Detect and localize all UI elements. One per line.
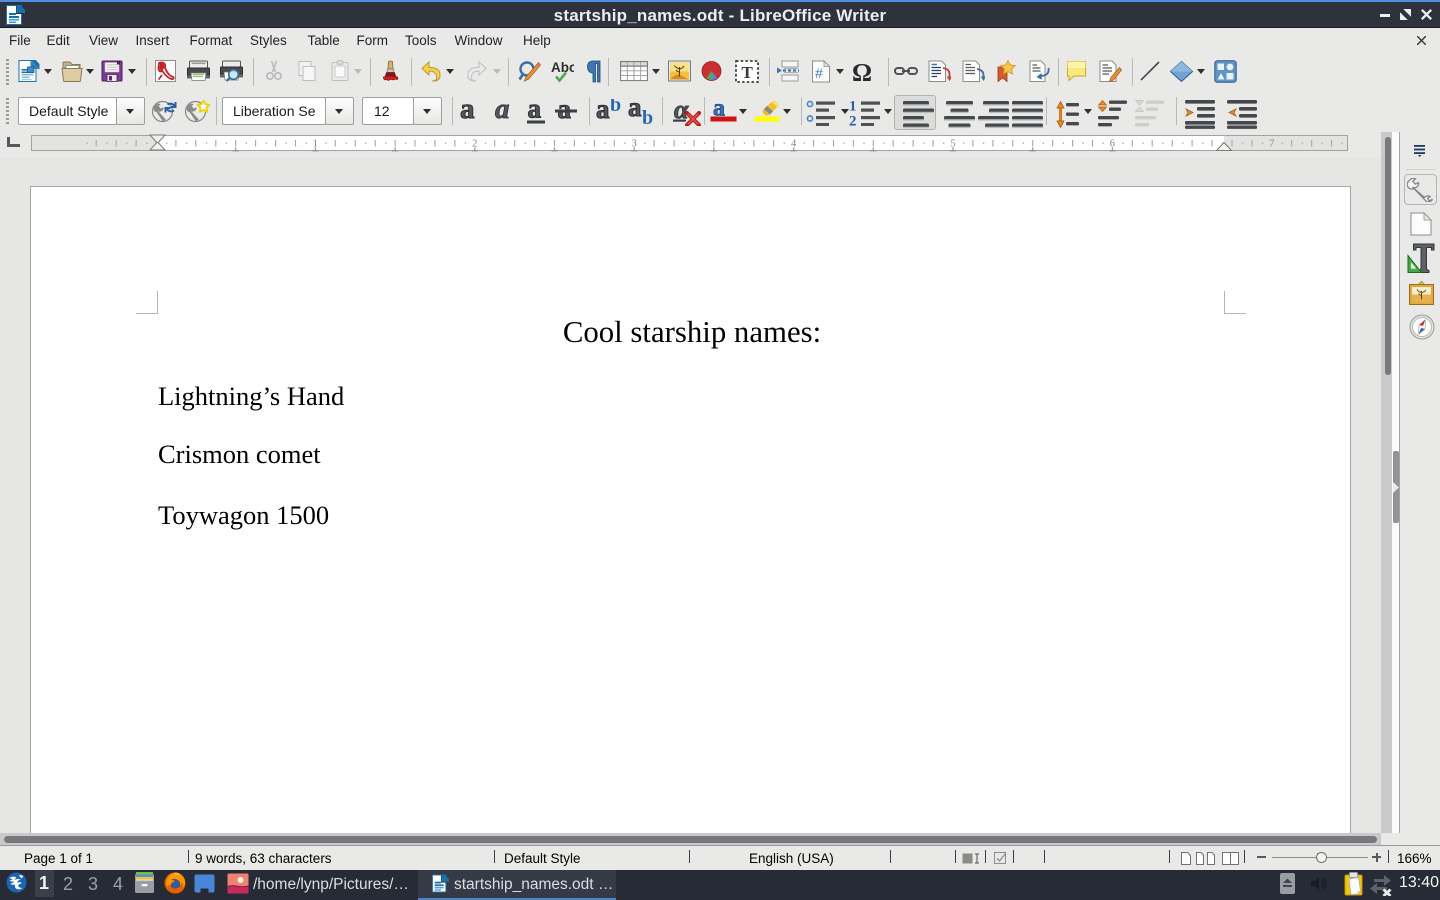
svg-text:b: b — [610, 99, 621, 116]
svg-text:Abc: Abc — [551, 60, 574, 75]
svg-text:a: a — [460, 99, 475, 125]
svg-text:T: T — [742, 63, 754, 82]
svg-text:a: a — [596, 99, 610, 124]
svg-text:a: a — [628, 99, 642, 122]
svg-text:#: # — [815, 65, 823, 81]
svg-text:a: a — [528, 99, 542, 124]
svg-text:b: b — [642, 107, 653, 126]
svg-text:a: a — [495, 99, 510, 125]
svg-text:7: 7 — [1269, 139, 1274, 150]
svg-text:1: 1 — [849, 99, 857, 115]
svg-text:Ω: Ω — [852, 60, 872, 84]
svg-text:2: 2 — [849, 114, 857, 128]
